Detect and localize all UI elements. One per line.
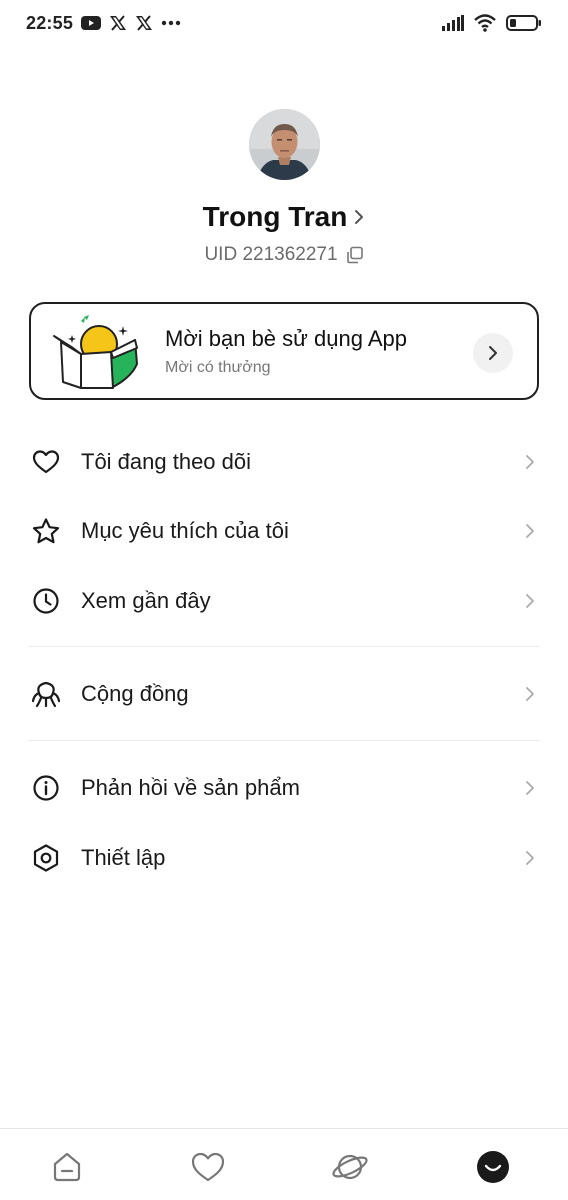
chevron-right-icon (520, 684, 540, 704)
nav-home[interactable] (47, 1147, 87, 1187)
home-icon (53, 1152, 81, 1182)
chevron-right-icon (520, 452, 540, 472)
menu-item-settings[interactable]: Thiết lập (28, 829, 540, 887)
chevron-right-icon (353, 208, 365, 226)
x-icon (135, 15, 153, 31)
menu-label-feedback: Phản hồi về sản phẩm (81, 775, 300, 800)
menu-label-settings: Thiết lập (81, 845, 166, 870)
menu-label-community: Cộng đồng (81, 681, 189, 706)
chevron-right-icon (520, 591, 540, 611)
invite-title: Mời bạn bè sử dụng App (165, 325, 407, 351)
menu-item-community[interactable]: Cộng đồng (28, 665, 540, 723)
uid-label: UID 221362271 (204, 244, 338, 265)
profile-icon (477, 1151, 509, 1183)
nav-follow[interactable] (188, 1147, 228, 1187)
x-icon (109, 15, 127, 31)
info-icon (28, 770, 64, 806)
nav-profile[interactable] (473, 1147, 513, 1187)
menu-item-feedback[interactable]: Phản hồi về sản phẩm (28, 759, 540, 817)
bottom-nav (0, 1128, 568, 1200)
status-bar: 22:55 (0, 0, 568, 46)
nav-explore[interactable] (330, 1147, 370, 1187)
status-time: 22:55 (26, 12, 74, 33)
profile-name-row[interactable]: Trong Tran (0, 196, 568, 238)
invite-friends-card[interactable]: Mời bạn bè sử dụng App Mời có thưởng (29, 302, 539, 400)
chevron-right-icon (520, 521, 540, 541)
divider (28, 646, 540, 647)
menu-label-favorites: Mục yêu thích của tôi (81, 518, 289, 543)
youtube-icon (81, 15, 102, 31)
heart-icon (191, 1152, 225, 1182)
profile-name: Trong Tran (202, 201, 348, 232)
menu-item-following[interactable]: Tôi đang theo dõi (28, 433, 540, 491)
invite-arrow-button[interactable] (473, 333, 513, 373)
star-icon (28, 513, 64, 549)
chevron-right-icon (489, 346, 497, 360)
menu-item-recent[interactable]: Xem gần đây (28, 572, 540, 630)
chevron-right-icon (520, 848, 540, 868)
wifi-icon (474, 14, 496, 32)
settings-hexagon-icon (28, 840, 64, 876)
menu-item-favorites[interactable]: Mục yêu thích của tôi (28, 502, 540, 560)
signal-icon (442, 15, 464, 31)
divider (28, 740, 540, 741)
menu-label-following: Tôi đang theo dõi (81, 449, 252, 474)
invite-text: Mời bạn bè sử dụng App Mời có thưởng (165, 326, 407, 377)
gift-box-icon (51, 312, 143, 390)
heart-icon (28, 444, 64, 480)
community-icon (28, 676, 64, 712)
planet-icon (332, 1154, 368, 1180)
invite-subtitle: Mời có thưởng (165, 358, 271, 376)
uid-row: UID 221362271 (0, 240, 568, 270)
avatar[interactable] (249, 109, 320, 180)
status-left: 22:55 (26, 13, 181, 34)
copy-icon[interactable] (346, 246, 364, 264)
battery-icon (506, 14, 542, 32)
menu-label-recent: Xem gần đây (81, 588, 211, 613)
more-dots-icon (161, 20, 181, 26)
status-right (442, 14, 542, 32)
clock-icon (28, 583, 64, 619)
chevron-right-icon (520, 778, 540, 798)
